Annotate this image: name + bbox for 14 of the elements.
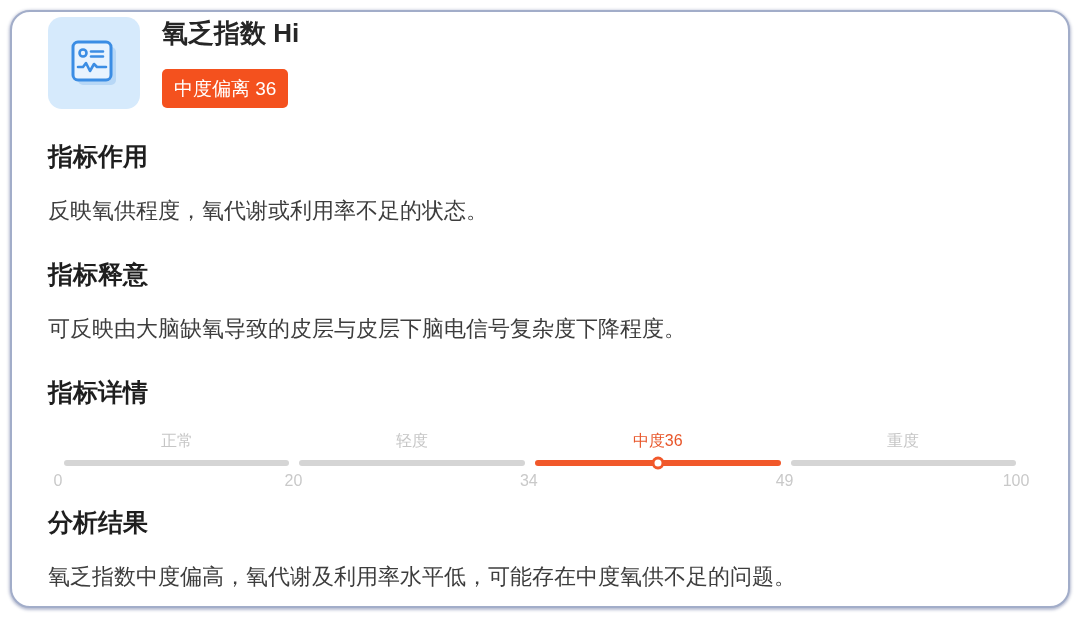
section-text: 氧乏指数中度偏高，氧代谢及利用率水平低，可能存在中度氧供不足的问题。 <box>48 564 797 591</box>
range-label: 轻度 <box>396 431 429 451</box>
range-label: 中度36 <box>632 431 683 451</box>
report-chart-icon <box>48 17 140 109</box>
range-label: 重度 <box>887 431 920 451</box>
range-label: 正常 <box>160 431 193 451</box>
section-heading: 指标作用 <box>48 141 149 172</box>
section-heading: 指标释意 <box>48 259 149 290</box>
severity-tag: 中度偏离 36 <box>162 69 289 108</box>
section-heading: 分析结果 <box>48 507 149 538</box>
section-text: 反映氧供程度，氧代谢或利用率不足的状态。 <box>48 198 489 225</box>
section-heading: 指标详情 <box>48 377 149 408</box>
section-text: 可反映由大脑缺氧导致的皮层与皮层下脑电信号复杂度下降程度。 <box>48 316 687 343</box>
metric-title: 氧乏指数 Hi <box>162 17 300 50</box>
